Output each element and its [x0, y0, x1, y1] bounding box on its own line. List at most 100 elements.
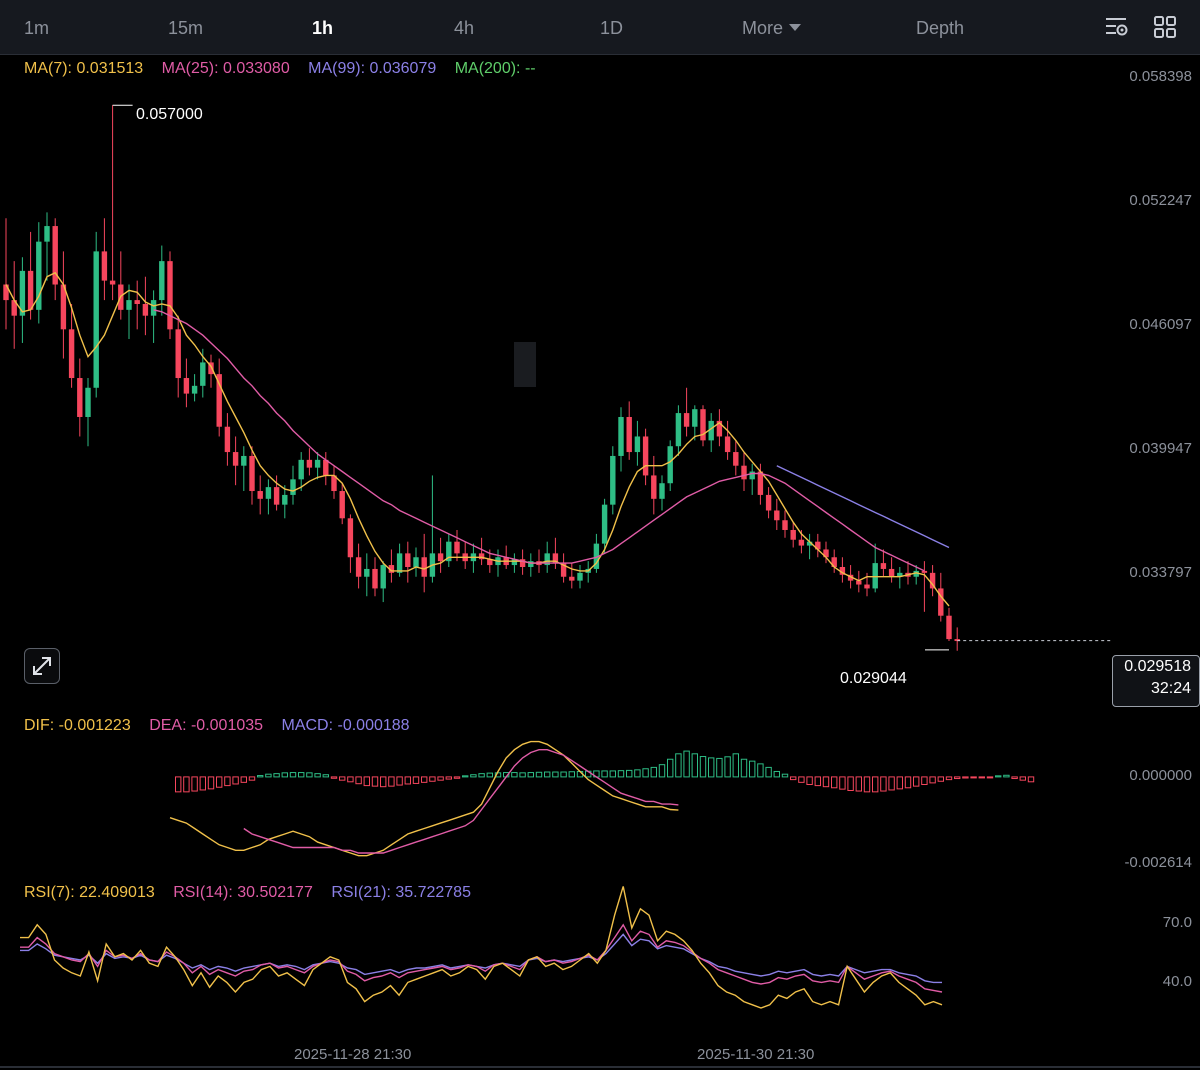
high-price-marker: 0.057000: [136, 106, 203, 123]
ma7-value: MA(7): 0.031513: [24, 60, 144, 77]
macd-histogram-bar: [995, 775, 1002, 778]
macd-histogram-bar: [347, 776, 354, 783]
dea-value: DEA: -0.001035: [149, 717, 264, 734]
macd-histogram-bar: [978, 776, 985, 779]
candle-body: [626, 416, 632, 453]
low-price-marker: 0.029044: [840, 670, 907, 687]
macd-histogram-bar: [650, 766, 657, 778]
candle-body: [265, 487, 272, 499]
candle-body: [642, 436, 649, 476]
macd-histogram-bar: [314, 773, 321, 778]
rsi21-value: RSI(21): 35.722785: [331, 884, 471, 901]
candle-body: [142, 303, 149, 316]
ma-legend: MA(7): 0.031513 MA(25): 0.033080 MA(99):…: [24, 60, 550, 78]
candle-body: [101, 251, 108, 281]
macd-histogram-bar: [421, 776, 428, 783]
ma25-line: [153, 309, 925, 572]
candle-body: [692, 409, 698, 427]
ma25-value: MA(25): 0.033080: [161, 60, 290, 77]
macd-histogram-bar: [371, 776, 379, 787]
macd-histogram-bar: [240, 776, 248, 783]
macd-histogram-bar: [667, 758, 674, 778]
time-axis-label: 2025-11-28 21:30: [294, 1046, 412, 1063]
fullscreen-expand-button[interactable]: [24, 648, 60, 684]
macd-histogram-bar: [699, 756, 707, 778]
macd-histogram-bar: [986, 776, 994, 779]
macd-histogram-bar: [839, 776, 846, 790]
candle-body: [200, 362, 206, 386]
candle-body: [134, 300, 140, 304]
candle-body: [380, 565, 386, 589]
candle-body: [44, 226, 50, 242]
candle-body: [577, 572, 583, 581]
rsi-legend: RSI(7): 22.409013 RSI(14): 30.502177 RSI…: [24, 884, 485, 902]
dea-line: [243, 749, 679, 854]
candle-body: [216, 374, 222, 427]
candle-body: [232, 452, 239, 466]
macd-histogram-bar: [806, 776, 813, 786]
candle-body: [700, 409, 706, 441]
price-chart[interactable]: [0, 0, 1200, 1070]
current-price: 0.029518: [1124, 658, 1191, 675]
candle-body: [798, 539, 805, 546]
macd-histogram-bar: [855, 776, 862, 792]
macd-histogram-bar: [207, 776, 215, 790]
macd-histogram-bar: [404, 776, 412, 785]
macd-histogram-bar: [773, 770, 780, 778]
dif-value: DIF: -0.001223: [24, 717, 131, 734]
macd-legend: DIF: -0.001223 DEA: -0.001035 MACD: -0.0…: [24, 717, 424, 735]
macd-histogram-bar: [519, 772, 526, 778]
macd-histogram-bar: [396, 776, 403, 786]
macd-histogram-bar: [658, 764, 666, 778]
macd-histogram-bar: [601, 770, 608, 778]
macd-histogram-bar: [609, 770, 616, 778]
macd-histogram-bar: [224, 776, 231, 787]
macd-histogram-bar: [306, 772, 313, 778]
candle-body: [364, 568, 370, 577]
macd-histogram-bar: [535, 771, 543, 778]
candle-body: [659, 483, 665, 499]
candle-body: [191, 385, 198, 394]
macd-histogram-bar: [1019, 776, 1026, 781]
macd-histogram-bar: [486, 772, 494, 778]
candle-body: [347, 518, 354, 558]
macd-histogram-bar: [1011, 776, 1018, 780]
macd-histogram-bar: [896, 776, 903, 790]
macd-value: MACD: -0.000188: [281, 717, 410, 734]
candle-body: [85, 387, 91, 417]
candle-body: [683, 413, 690, 427]
candle-body: [733, 452, 739, 466]
macd-histogram-bar: [904, 776, 912, 789]
macd-histogram-bar: [814, 776, 821, 787]
macd-histogram-bar: [199, 776, 207, 791]
macd-histogram-bar: [740, 758, 748, 778]
candle-body: [159, 261, 165, 301]
time-axis-label: 2025-11-30 21:30: [697, 1046, 815, 1063]
candle-body: [946, 615, 952, 640]
price-axis-label: 0.058398: [1129, 68, 1192, 85]
candle-body: [93, 251, 99, 388]
candle-body: [790, 529, 796, 540]
macd-histogram-bar: [790, 776, 797, 781]
macd-histogram-bar: [470, 774, 477, 778]
macd-histogram-bar: [322, 774, 330, 778]
price-axis-label: 0.039947: [1129, 440, 1192, 457]
macd-histogram-bar: [175, 776, 182, 793]
candle-body: [741, 465, 747, 480]
macd-histogram-bar: [626, 769, 633, 778]
macd-histogram-bar: [265, 773, 272, 778]
macd-histogram-bar: [552, 771, 559, 778]
macd-histogram-bar: [962, 776, 969, 779]
rsi14-line: [20, 923, 943, 993]
candle-body: [249, 455, 255, 492]
rsi-axis-label: 40.0: [1162, 973, 1192, 990]
macd-histogram-bar: [781, 773, 789, 778]
candle-body: [610, 455, 616, 505]
candle-body: [372, 568, 378, 589]
macd-histogram-bar: [749, 760, 756, 778]
candle-body: [183, 378, 190, 394]
candle-body: [774, 510, 780, 521]
candle-body: [396, 553, 403, 573]
candle-body: [298, 459, 304, 480]
macd-histogram-bar: [642, 768, 649, 778]
